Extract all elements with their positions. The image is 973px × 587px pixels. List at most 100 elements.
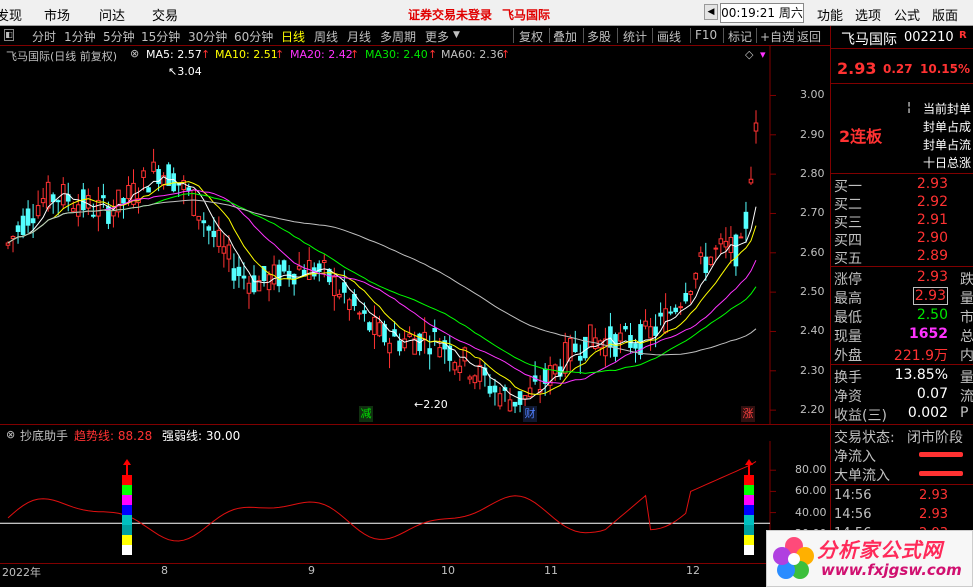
date-label-aug: 8 [161, 564, 168, 577]
more-dropdown-icon[interactable]: ▼ [453, 30, 460, 40]
tab-period-30min[interactable]: 30分钟 [188, 28, 227, 45]
scroll-left-icon[interactable]: ◀ [704, 4, 718, 20]
signal-bar-segment [122, 545, 132, 555]
candle-up [412, 338, 417, 355]
candle-down [743, 211, 749, 229]
overlay-button[interactable]: 叠加 [553, 28, 577, 45]
candle-down [211, 230, 217, 238]
menu-options[interactable]: 选项 [855, 5, 881, 24]
tab-period-daily[interactable]: 日线 [281, 28, 305, 45]
candle-down [492, 385, 498, 393]
signal-bar-segment [744, 495, 754, 505]
up-arrow-icon: ↑ [275, 48, 285, 61]
low-price-marker: ←2.20 [414, 398, 448, 411]
menu-function[interactable]: 功能 [817, 5, 843, 24]
draw-line-button[interactable]: 画线 [657, 28, 681, 45]
tab-period-15min[interactable]: 15分钟 [141, 28, 180, 45]
quote-title: 飞马国际 002210 R [831, 26, 973, 48]
event-badge-finance[interactable]: 财 [523, 406, 537, 422]
chart-settings-icon[interactable]: ⊗ [130, 47, 139, 60]
candle-down [25, 208, 31, 226]
date-label-nov: 11 [544, 564, 558, 577]
stat-row-high: 最高 2.93 量 [831, 287, 973, 307]
up-arrow-icon: ↑ [428, 48, 438, 61]
tick-price: 2.93 [919, 507, 948, 522]
tab-period-1min[interactable]: 1分钟 [64, 28, 96, 45]
multi-stock-button[interactable]: 多股 [587, 28, 611, 45]
candle-up [377, 322, 382, 337]
indicator-tick-label: 40.00 [795, 505, 827, 519]
bid-price: 2.92 [916, 194, 948, 210]
stat-label: 最低 [834, 310, 862, 326]
menu-trade[interactable]: 交易 [152, 5, 178, 24]
menu-formula[interactable]: 公式 [894, 5, 920, 24]
candle-up [437, 347, 443, 358]
stat-label: 外盘 [834, 348, 862, 364]
candle-down [121, 198, 126, 204]
signal-bar-segment [122, 515, 132, 525]
up-arrow-icon: ↑ [501, 48, 511, 61]
event-badge-rise[interactable]: 涨 [741, 406, 755, 422]
price-change-pct: 10.15% [920, 62, 970, 76]
tab-period-multi[interactable]: 多周期 [380, 28, 416, 45]
candle-up [698, 252, 704, 257]
kline-chart[interactable] [0, 46, 830, 424]
candle-up [708, 256, 714, 266]
stat-value: 0.07 [916, 386, 948, 402]
tab-period-more[interactable]: 更多 [425, 28, 449, 45]
event-badge-reduce[interactable]: 减 [359, 406, 373, 422]
toolbar-separator [756, 28, 757, 43]
stat-value: 13.85% [894, 367, 948, 383]
candle-down [20, 215, 26, 235]
caret-icon: ¦ [907, 100, 912, 114]
stat-row-outer: 外盘 221.9万 内 [831, 344, 973, 364]
candle-up [643, 320, 648, 327]
divider [831, 173, 973, 174]
up-arrow-icon: ↑ [350, 48, 360, 61]
candle-up [372, 316, 377, 335]
ma-info-line: 飞马国际(日线 前复权) ⊗ MA5: 2.57 ↑ MA10: 2.51 ↑ … [0, 46, 770, 63]
tick-row: 14:56 2.93 [831, 506, 973, 525]
candle-down [683, 292, 689, 302]
tab-period-timeshare[interactable]: 分时 [32, 28, 56, 45]
tick-price: 2.93 [919, 488, 948, 503]
seal-line: 封单占成 [922, 120, 971, 134]
price-tick-label: 2.40 [800, 324, 825, 338]
stat-label-truncated: P [960, 405, 969, 421]
signal-bar-segment [122, 525, 132, 535]
indicator-settings-icon[interactable]: ⊗ [6, 428, 15, 441]
signal-bar-segment [122, 485, 132, 495]
tab-period-60min[interactable]: 60分钟 [234, 28, 273, 45]
tab-period-5min[interactable]: 5分钟 [103, 28, 135, 45]
ma10-label: MA10: 2.51 [215, 48, 278, 61]
sidebar-toggle-icon[interactable]: ◧ [4, 29, 14, 41]
f10-button[interactable]: F10 [695, 28, 717, 42]
stat-label: 最高 [834, 291, 862, 307]
menu-wenda[interactable]: 问达 [99, 5, 125, 24]
bid-price: 2.90 [916, 230, 948, 246]
tab-period-weekly[interactable]: 周线 [314, 28, 338, 45]
adjust-button[interactable]: 复权 [519, 28, 543, 45]
indicator-chart[interactable] [0, 441, 830, 563]
add-watchlist-button[interactable]: +自选 [760, 28, 794, 45]
login-notice[interactable]: 证券交易未登录 [408, 6, 492, 23]
mark-button[interactable]: 标记 [728, 28, 752, 45]
menu-market[interactable]: 市场 [44, 5, 70, 24]
candle-up [126, 184, 131, 200]
candle-down [251, 275, 257, 293]
candle-up [648, 326, 653, 339]
tick-time: 14:56 [834, 488, 872, 503]
ma5-label: MA5: 2.57 [146, 48, 202, 61]
statistics-button[interactable]: 统计 [623, 28, 647, 45]
menu-discover[interactable]: 发现 [0, 5, 22, 24]
bid-price: 2.89 [916, 248, 948, 264]
back-button[interactable]: 返回 [797, 28, 821, 45]
tab-period-monthly[interactable]: 月线 [347, 28, 371, 45]
stat-label-truncated: 跌 [960, 272, 973, 288]
menu-layout[interactable]: 版面 [932, 5, 958, 24]
flow-row-net: 净流入 [831, 445, 973, 465]
bid-row: 买四 2.90 [831, 229, 973, 249]
candle-up [226, 244, 232, 260]
candle-down [91, 214, 96, 217]
stat-label: 净资 [834, 389, 862, 405]
